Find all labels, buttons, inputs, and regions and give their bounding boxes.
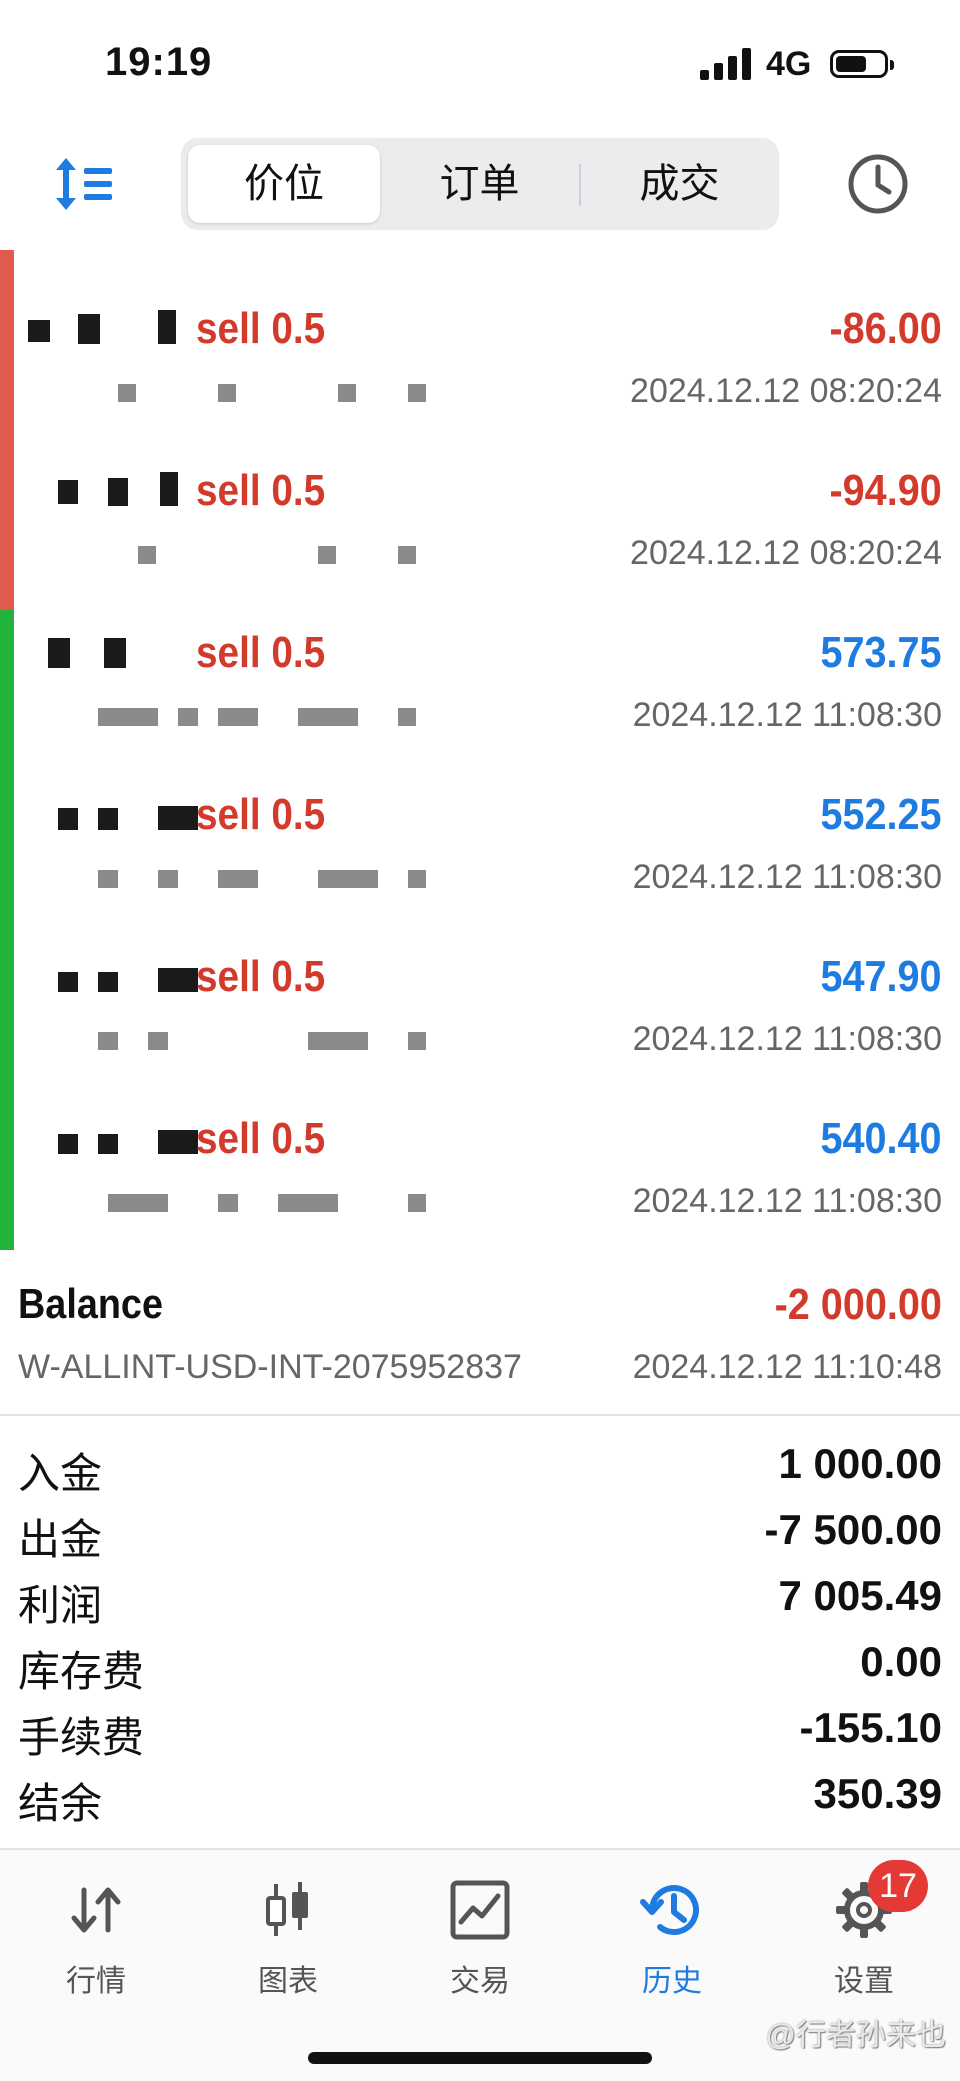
redacted-prices [18, 1190, 438, 1214]
trade-profit: 547.90 [820, 952, 942, 1001]
home-indicator [308, 2052, 652, 2064]
trade-row[interactable]: sell 0.5 540.40 2024.12.12 11:08:30 [0, 1060, 960, 1222]
tab-label: 行情 [66, 1965, 126, 1998]
redacted-prices [18, 704, 438, 728]
trade-time: 2024.12.12 11:08:30 [632, 858, 942, 896]
balance-time: 2024.12.12 11:10:48 [632, 1348, 942, 1386]
balance-row[interactable]: Balance -2 000.00 W-ALLINT-USD-INT-20759… [0, 1280, 960, 1410]
trade-type: sell 0.5 [196, 628, 326, 677]
candlestick-icon [266, 1882, 308, 1936]
summary-label: 入金 [18, 1450, 103, 1497]
summary-withdrawal: 出金 -7 500.00 [0, 1506, 960, 1572]
watermark: @行者孙来也 [765, 2019, 946, 2052]
trade-time: 2024.12.12 11:08:30 [632, 1020, 942, 1058]
history-clock-icon [640, 1885, 699, 1936]
status-time: 19:19 [105, 40, 213, 84]
tab-quotes[interactable]: 行情 [21, 1878, 171, 2008]
trade-profit: -94.90 [829, 466, 942, 515]
toolbar: 价位 订单 成交 [0, 130, 960, 240]
summary-value: -155.10 [799, 1704, 942, 1751]
redacted-symbol [18, 634, 178, 674]
tab-charts[interactable]: 图表 [213, 1878, 363, 2008]
trade-row[interactable]: sell 0.5 552.25 2024.12.12 11:08:30 [0, 736, 960, 898]
trade-profit: 540.40 [820, 1114, 942, 1163]
tab-label: 图表 [258, 1965, 318, 1998]
network-label: 4G [766, 45, 812, 83]
sort-segmented-control: 价位 订单 成交 [181, 138, 779, 230]
redacted-prices [18, 1028, 438, 1052]
redacted-symbol [18, 472, 178, 512]
segment-deals[interactable]: 成交 [580, 138, 779, 230]
trade-row[interactable]: sell 0.5 -94.90 2024.12.12 08:20:24 [0, 412, 960, 574]
trade-profit: 552.25 [820, 790, 942, 839]
summary-label: 利润 [18, 1582, 103, 1629]
trade-row[interactable]: sell 0.5 547.90 2024.12.12 11:08:30 [0, 898, 960, 1060]
summary-divider [0, 1414, 960, 1416]
summary-label: 出金 [18, 1516, 103, 1563]
redacted-prices [18, 380, 438, 404]
trade-type: sell 0.5 [196, 952, 326, 1001]
trade-profit: 573.75 [820, 628, 942, 677]
summary-value: 350.39 [813, 1770, 942, 1817]
summary-label: 库存费 [18, 1648, 145, 1695]
trade-profit: -86.00 [829, 304, 942, 353]
trade-time: 2024.12.12 11:08:30 [632, 1182, 942, 1220]
clock-icon[interactable] [846, 152, 910, 216]
trade-row[interactable]: sell 0.5 573.75 2024.12.12 11:08:30 [0, 574, 960, 736]
tab-trade[interactable]: 交易 [405, 1878, 555, 2008]
redacted-prices [18, 866, 438, 890]
summary-value: 7 005.49 [778, 1572, 943, 1619]
summary-deposit: 入金 1 000.00 [0, 1440, 960, 1506]
summary-value: -7 500.00 [764, 1506, 942, 1553]
trade-type: sell 0.5 [196, 304, 326, 353]
sort-icon[interactable] [52, 156, 114, 212]
tab-history[interactable]: 历史 [597, 1878, 747, 2008]
trade-time: 2024.12.12 11:08:30 [632, 696, 942, 734]
quotes-arrows-icon [71, 1887, 121, 1933]
battery-icon [830, 50, 894, 78]
trade-type: sell 0.5 [196, 1114, 326, 1163]
status-bar: 19:19 4G [0, 0, 960, 120]
balance-label: Balance [18, 1280, 163, 1327]
summary-swap: 库存费 0.00 [0, 1638, 960, 1704]
redacted-symbol [18, 1120, 198, 1160]
signal-icon [700, 48, 751, 80]
trade-chart-icon [450, 1880, 510, 1940]
segment-price[interactable]: 价位 [188, 145, 380, 223]
trade-row[interactable]: sell 0.5 -86.00 2024.12.12 08:20:24 [0, 250, 960, 412]
trade-type: sell 0.5 [196, 466, 326, 515]
summary-value: 0.00 [860, 1638, 942, 1685]
balance-value: -2 000.00 [774, 1280, 942, 1329]
segment-orders[interactable]: 订单 [380, 138, 579, 230]
balance-comment: W-ALLINT-USD-INT-2075952837 [18, 1348, 522, 1386]
tab-label: 设置 [834, 1965, 894, 1998]
redacted-symbol [18, 796, 198, 836]
trade-type: sell 0.5 [196, 790, 326, 839]
tab-label: 历史 [642, 1965, 702, 1998]
trade-time: 2024.12.12 08:20:24 [630, 372, 942, 410]
summary-profit: 利润 7 005.49 [0, 1572, 960, 1638]
trade-time: 2024.12.12 08:20:24 [630, 534, 942, 572]
redacted-prices [18, 542, 438, 566]
summary-commission: 手续费 -155.10 [0, 1704, 960, 1770]
redacted-symbol [18, 958, 198, 998]
tab-label: 交易 [450, 1965, 510, 1998]
summary-balance: 结余 350.39 [0, 1770, 960, 1836]
summary-label: 手续费 [18, 1714, 145, 1761]
summary-value: 1 000.00 [778, 1440, 943, 1487]
summary-label: 结余 [18, 1780, 103, 1827]
redacted-symbol [18, 310, 178, 350]
settings-notification-badge: 17 [868, 1860, 928, 1912]
